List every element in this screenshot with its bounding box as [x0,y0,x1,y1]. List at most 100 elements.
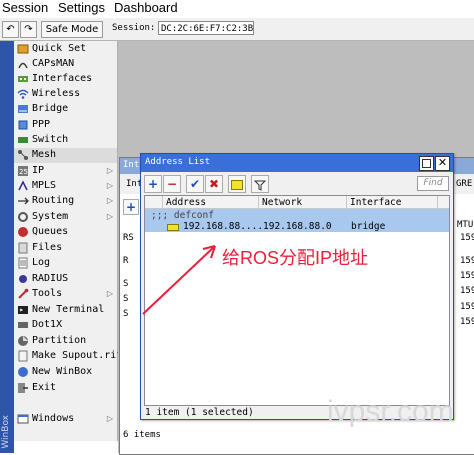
session-label: Session: [112,23,156,33]
sidebar-item-new-winbox[interactable]: New WinBox [14,365,117,380]
submenu-arrow-icon: ▷ [106,181,113,190]
sidebar-item-label: Wireless [32,88,81,99]
sidebar-item-label: Mesh [32,149,57,160]
radius-icon [17,273,29,285]
bg-mtu-value: 159 [460,233,474,243]
bg-row-flag: R [123,256,129,266]
bg-add-button[interactable]: + [123,199,139,215]
column-header-filler [438,196,449,209]
sidebar-item-ip[interactable]: 255 IP ▷ [14,164,117,179]
remove-button[interactable]: − [163,175,181,193]
sidebar-item-partition[interactable]: Partition [14,334,117,349]
winbox-icon [17,366,29,378]
table-row[interactable]: 192.168.88.... 192.168.88.0 bridge [145,221,449,232]
cell-network: 192.168.88.0 [263,221,332,232]
sidebar-item-label: Files [32,242,63,253]
sidebar-item-wireless[interactable]: Wireless [14,87,117,102]
log-icon [17,257,29,269]
terminal-icon [17,304,29,316]
bg-mtu-value: 159 [460,256,474,266]
sidebar-item-label: New WinBox [32,366,93,377]
sidebar-item-label: Routing [32,195,75,206]
column-header-interface[interactable]: Interface [347,196,438,209]
sidebar-item-tools[interactable]: Tools ▷ [14,287,117,302]
menu-session[interactable]: Session [2,0,48,15]
sidebar-item-switch[interactable]: Switch [14,133,117,148]
sidebar-item-label: Interfaces [32,73,93,84]
sidebar-item-label: Make Supout.rif [32,350,123,361]
tools-icon [17,288,29,300]
gre-tab[interactable]: GRE [456,179,472,189]
sidebar-item-queues[interactable]: Queues [14,225,117,240]
sidebar-item-label: Exit [32,382,57,393]
cross-icon: ✖ [208,177,220,191]
filter-button[interactable] [251,175,269,193]
redo-button[interactable]: ↷ [20,21,37,38]
routing-icon [17,195,29,207]
maximize-button[interactable] [419,156,434,171]
cell-interface: bridge [351,221,386,232]
sidebar-item-new-terminal[interactable]: New Terminal [14,303,117,318]
sidebar-item-label: MPLS [32,180,57,191]
system-icon [17,211,29,223]
sidebar-item-label: Queues [32,226,69,237]
ip-icon: 255 [17,165,32,177]
watermark: ivpsr.com [327,395,454,428]
sidebar-item-mesh[interactable]: Mesh [14,148,117,163]
sidebar-item-windows[interactable]: Windows ▷ [14,412,117,427]
sidebar-item-label: CAPsMAN [32,58,75,69]
undo-button[interactable]: ↶ [2,21,19,38]
menu-settings[interactable]: Settings [58,0,105,15]
submenu-arrow-icon: ▷ [106,212,113,221]
bg-mtu-value: 159 [460,286,474,296]
sidebar-item-label: Log [32,257,51,268]
sidebar-item-dot1x[interactable]: Dot1X [14,318,117,333]
safe-mode-button[interactable]: Safe Mode [41,21,103,38]
annotation-text: 给ROS分配IP地址 [222,248,369,268]
bg-mtu-value: 159 [460,271,474,281]
sidebar-item-exit[interactable]: Exit [14,381,117,396]
comment-button[interactable] [228,175,246,193]
submenu-arrow-icon: ▷ [106,196,113,205]
sidebar-item-label: Dot1X [32,319,63,330]
column-header-address[interactable]: Address [163,196,259,209]
maximize-icon [422,159,431,168]
sidebar-item-ppp[interactable]: PPP [14,118,117,133]
sidebar-item-radius[interactable]: RADIUS [14,272,117,287]
queues-icon [17,226,29,238]
supout-icon [17,350,29,362]
menu-bar: Session Settings Dashboard [0,0,474,18]
sidebar-item-system[interactable]: System ▷ [14,210,117,225]
column-header-network[interactable]: Network [259,196,347,209]
sidebar-item-files[interactable]: Files [14,241,117,256]
session-value-field[interactable]: DC:2C:6E:F7:C2:3B [158,21,254,35]
sidebar-item-label: New Terminal [32,304,105,315]
enable-button[interactable]: ✔ [186,175,204,193]
add-button[interactable]: + [144,175,162,193]
sidebar-item-capsman[interactable]: CAPsMAN [14,57,117,72]
sidebar-item-make-supout[interactable]: Make Supout.rif [14,349,122,364]
sidebar-item-bridge[interactable]: Bridge [14,102,117,117]
toolbar: ↶ ↷ Safe Mode Session: DC:2C:6E:F7:C2:3B [0,18,474,41]
table-header-flag [145,196,163,209]
find-input[interactable]: Find [417,176,449,191]
sidebar-item-quick-set[interactable]: Quick Set [14,42,117,57]
submenu-arrow-icon: ▷ [106,414,113,423]
menu-dashboard[interactable]: Dashboard [114,0,178,15]
address-list-titlebar[interactable]: Address List ✕ [141,154,453,172]
redo-icon: ↷ [24,24,33,35]
submenu-arrow-icon: ▷ [106,166,113,175]
sidebar-item-mpls[interactable]: MPLS ▷ [14,179,117,194]
submenu-arrow-icon: ▷ [106,289,113,298]
bg-mtu-value: 159 [460,317,474,327]
close-icon: ✕ [437,156,448,169]
cell-address: 192.168.88.... [183,221,264,232]
sidebar-item-interfaces[interactable]: Interfaces [14,72,117,87]
sidebar-item-label: RADIUS [32,273,69,284]
comment-icon [231,179,243,190]
disable-button[interactable]: ✖ [205,175,223,193]
sidebar-item-log[interactable]: Log [14,256,117,271]
sidebar-item-routing[interactable]: Routing ▷ [14,194,117,209]
group-comment-row[interactable]: ;;; defconf [151,210,214,221]
close-button[interactable]: ✕ [435,156,450,171]
